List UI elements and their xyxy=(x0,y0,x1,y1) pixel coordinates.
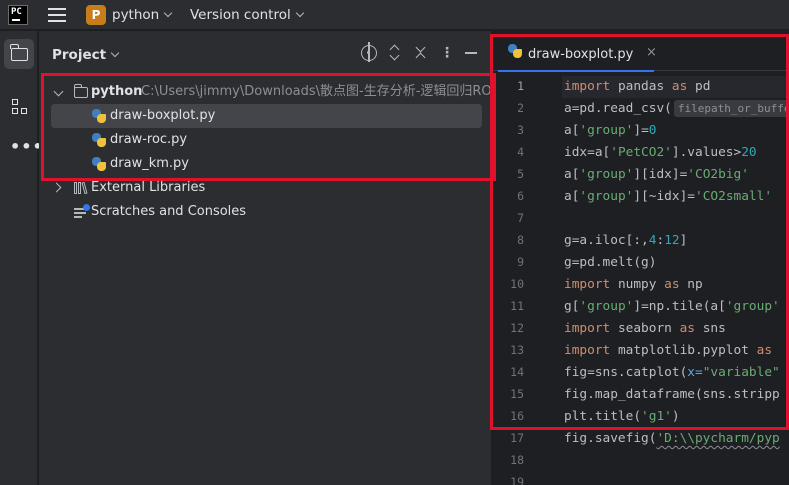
close-tab-icon[interactable]: × xyxy=(646,45,657,60)
code-line: fig=sns.catplot(x="variable" xyxy=(564,365,780,380)
panel-title: Project xyxy=(52,47,107,63)
code-line: import pandas as pd xyxy=(564,79,711,94)
editor-tab-draw-boxplot[interactable]: draw-boxplot.py × xyxy=(498,31,657,72)
code-line: g=pd.melt(g) xyxy=(564,255,657,270)
line-number: 3 xyxy=(517,123,524,137)
tool-window-strip: ••• xyxy=(0,31,43,485)
expand-arrow-icon[interactable] xyxy=(51,182,62,193)
more-tools-button[interactable]: ••• xyxy=(4,129,43,159)
line-number: 15 xyxy=(510,387,524,401)
line-number-gutter: 1 2 3 4 5 6 7 8 9 10 11 12 13 14 15 16 1… xyxy=(492,76,562,485)
chevron-down-icon xyxy=(163,8,173,18)
tree-root-python[interactable]: python C:\Users\jimmy\Downloads\散点图-生存分析… xyxy=(39,80,501,104)
version-control-label: Version control xyxy=(190,7,291,23)
line-number: 4 xyxy=(517,145,524,159)
python-file-icon xyxy=(508,44,522,58)
library-icon xyxy=(74,181,88,195)
code-line: a['group'][~idx]='CO2small' xyxy=(564,189,773,204)
code-line: a=pd.read_csv(filepath_or_buffer: xyxy=(564,98,789,120)
line-number: 17 xyxy=(510,431,524,445)
tree-file-draw-km[interactable]: draw_km.py xyxy=(39,152,491,176)
line-number: 6 xyxy=(517,189,524,203)
code-line: a['group']=0 xyxy=(564,123,657,138)
line-number: 9 xyxy=(517,255,524,269)
code-line: fig.savefig('D:\\pycharm/pyp xyxy=(564,431,780,446)
code-line: import matplotlib.pyplot as xyxy=(564,343,773,358)
file-name: draw-boxplot.py xyxy=(110,108,216,123)
code-line: idx=a['PetCO2'].values>20 xyxy=(564,145,757,160)
scratches-icon xyxy=(74,204,90,218)
project-panel: Project ⋮ python C:\Users\jimmy\Download… xyxy=(39,31,501,485)
python-file-icon xyxy=(92,109,106,123)
line-number: 7 xyxy=(517,211,524,225)
project-badge[interactable]: P xyxy=(86,5,106,25)
code-editor[interactable]: import pandas as pd a=pd.read_csv(filepa… xyxy=(562,76,789,485)
project-switcher[interactable]: python xyxy=(112,7,173,23)
line-number: 16 xyxy=(510,409,524,423)
title-bar: PC P python Version control xyxy=(0,0,789,30)
line-number: 5 xyxy=(517,167,524,181)
select-opened-file-icon[interactable] xyxy=(361,42,377,62)
tree-file-draw-boxplot[interactable]: draw-boxplot.py xyxy=(39,104,491,128)
chevron-down-icon xyxy=(295,8,304,18)
tree-external-libraries[interactable]: External Libraries xyxy=(39,176,491,200)
structure-icon xyxy=(12,99,28,115)
file-name: draw_km.py xyxy=(110,156,189,171)
code-line: a['group'][idx]='CO2big' xyxy=(564,167,749,182)
main-menu-icon[interactable] xyxy=(48,8,66,22)
line-number: 1 xyxy=(517,79,524,93)
hide-panel-icon[interactable] xyxy=(463,45,479,61)
scratches-label: Scratches and Consoles xyxy=(91,204,247,219)
editor-pane: draw-boxplot.py × 1 2 3 4 5 6 7 8 9 10 1… xyxy=(492,31,789,485)
code-line: g=a.iloc[:,4:12] xyxy=(564,233,688,248)
code-line: fig.map_dataframe(sns.stripp xyxy=(564,387,780,402)
options-menu-icon[interactable]: ⋮ xyxy=(439,45,455,61)
python-file-icon xyxy=(92,157,106,171)
editor-tab-bar: draw-boxplot.py × xyxy=(492,31,789,72)
root-folder-name: python xyxy=(91,84,143,99)
parameter-hint: filepath_or_buffer: xyxy=(673,100,789,117)
code-line: import numpy as np xyxy=(564,277,703,292)
project-view-selector[interactable]: Project xyxy=(52,47,120,63)
tree-scratches-consoles[interactable]: Scratches and Consoles xyxy=(39,200,491,224)
project-name: python xyxy=(112,7,160,23)
version-control-menu[interactable]: Version control xyxy=(190,7,304,23)
line-number: 12 xyxy=(510,321,524,335)
tree-file-draw-roc[interactable]: draw-roc.py xyxy=(39,128,491,152)
line-number: 11 xyxy=(510,299,524,313)
folder-icon xyxy=(74,84,88,98)
expand-all-icon[interactable] xyxy=(387,45,403,61)
line-number: 18 xyxy=(510,453,524,467)
folder-icon xyxy=(10,44,28,61)
chevron-down-icon xyxy=(110,48,120,58)
line-number: 13 xyxy=(510,343,524,357)
code-line: g['group']=np.tile(a['group' xyxy=(564,299,780,314)
file-name: draw-roc.py xyxy=(110,132,188,147)
line-number: 2 xyxy=(517,101,524,115)
line-number: 10 xyxy=(510,277,524,291)
tab-label: draw-boxplot.py xyxy=(528,47,634,62)
root-folder-path: C:\Users\jimmy\Downloads\散点图-生存分析-逻辑回归RO… xyxy=(141,84,501,99)
pycharm-logo-icon[interactable]: PC xyxy=(8,5,28,25)
line-number: 8 xyxy=(517,233,524,247)
structure-tool-button[interactable] xyxy=(4,91,34,121)
python-file-icon xyxy=(92,133,106,147)
collapse-all-icon[interactable] xyxy=(413,45,429,61)
project-tool-button[interactable] xyxy=(4,39,34,69)
external-libraries-label: External Libraries xyxy=(91,180,206,195)
code-line: plt.title('g1') xyxy=(564,409,680,424)
expand-arrow-icon[interactable] xyxy=(53,86,64,97)
line-number: 19 xyxy=(510,475,524,485)
code-line: import seaborn as sns xyxy=(564,321,726,336)
line-number: 14 xyxy=(510,365,524,379)
project-panel-header: Project ⋮ xyxy=(39,31,491,71)
